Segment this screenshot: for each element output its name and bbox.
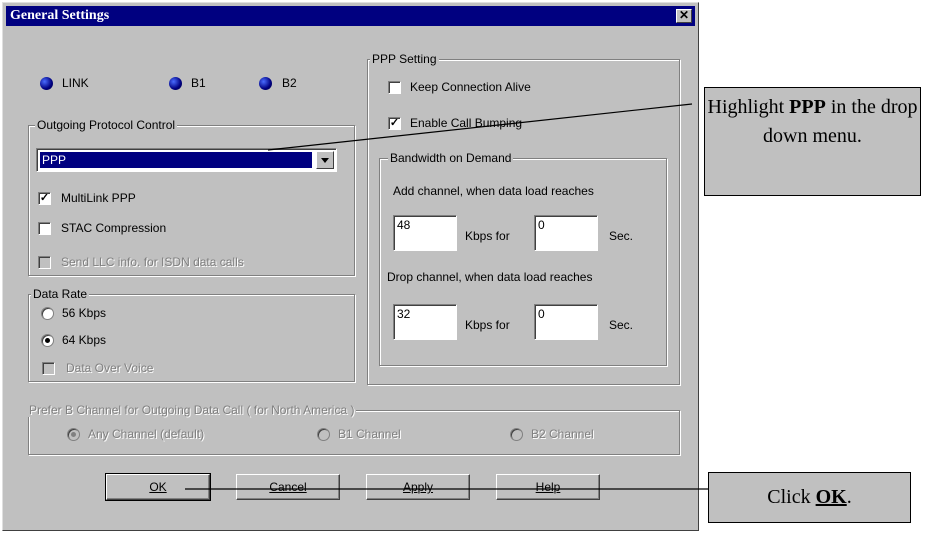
callout-leader-lines xyxy=(185,103,708,490)
ok-callout-bold: OK xyxy=(815,486,847,508)
ppp-callout-bold: PPP xyxy=(789,96,826,118)
ppp-callout: Highlight PPP in the drop down menu. xyxy=(704,87,921,196)
ppp-callout-prefix: Highlight xyxy=(707,96,790,118)
ok-callout: Click OK. xyxy=(708,472,911,523)
ok-callout-prefix: Click xyxy=(767,486,816,508)
ok-callout-suffix: . xyxy=(846,486,852,508)
